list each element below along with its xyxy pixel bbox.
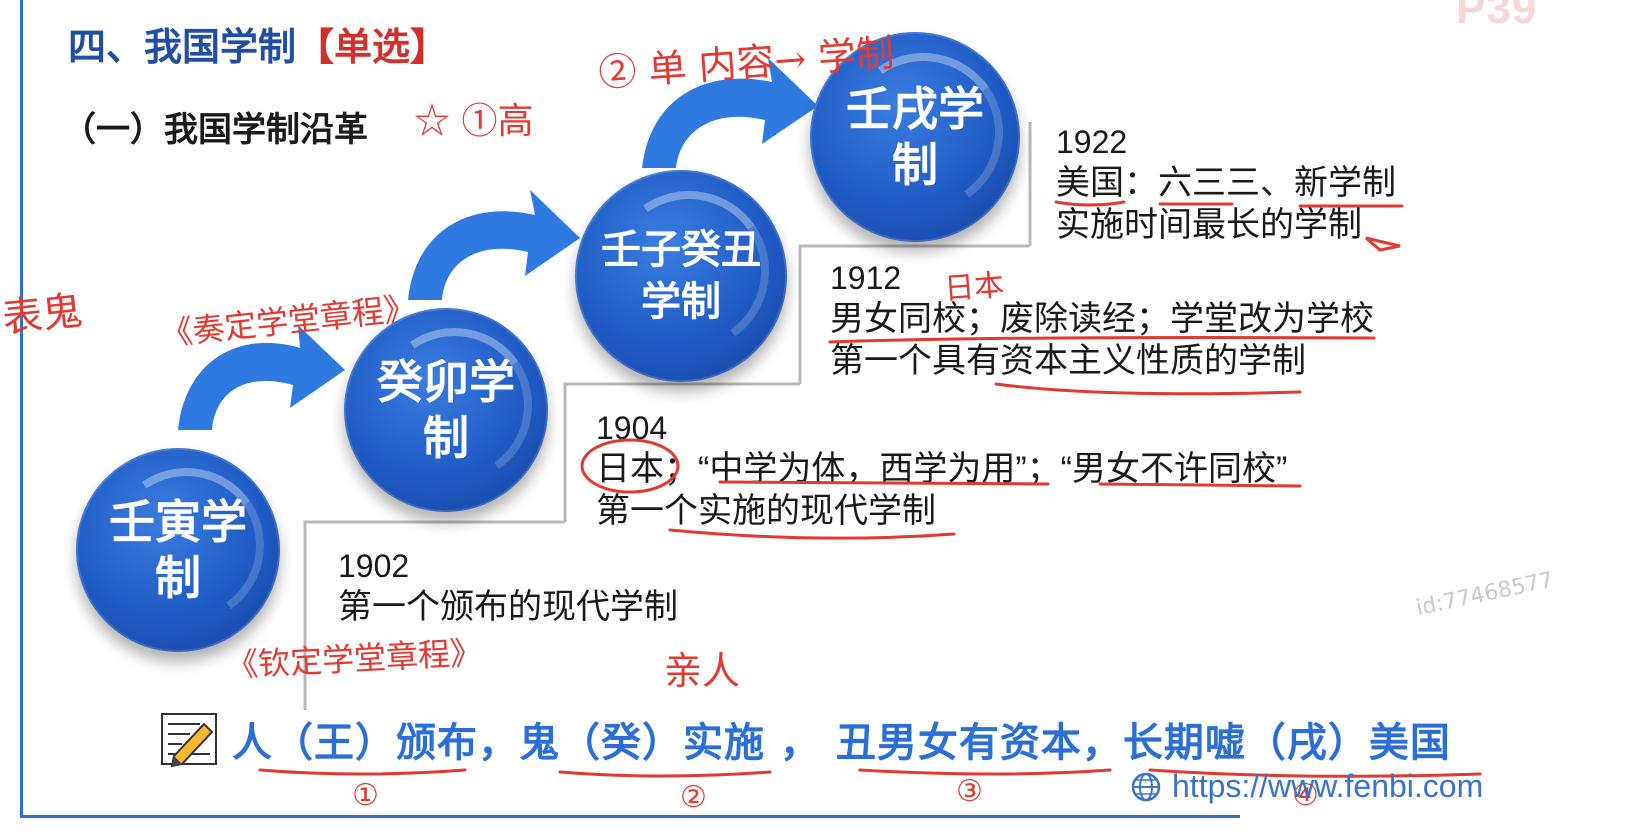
circle-highlight xyxy=(364,316,544,496)
event-line: 日本；“中学为体，西学为用”；“男女不许同校” xyxy=(596,450,1288,488)
event-1912: 1912 男女同校；废除读经；学堂改为学校 第一个具有资本主义性质的学制 xyxy=(830,258,1374,382)
circle-highlight xyxy=(96,456,276,636)
annotation-star-high: ☆ ①高 xyxy=(414,101,534,142)
event-1922: 1922 美国：六三三、新学制 实施时间最长的学制 xyxy=(1056,122,1396,246)
footer-url[interactable]: https://www.fenbi.com xyxy=(1172,768,1483,805)
annotation-num-1: ① xyxy=(352,778,379,813)
annotation-num-2: ② xyxy=(680,780,707,815)
event-line: 男女同校；废除读经；学堂改为学校 xyxy=(830,300,1374,338)
annotation-biaogui: 表鬼 xyxy=(0,287,85,343)
circle-highlight xyxy=(596,178,782,365)
globe-icon xyxy=(1131,772,1161,801)
event-year: 1912 xyxy=(830,260,902,296)
annotation-num-3: ③ xyxy=(956,774,983,809)
event-year: 1904 xyxy=(596,410,668,446)
arrow-2 xyxy=(408,190,580,300)
mnemonic-text: 人（王）颁布，鬼（癸）实施 ， 丑男女有资本，长期嘘（戌）美国 xyxy=(232,720,1451,766)
event-1902: 1902 第一个颁布的现代学制 xyxy=(338,546,678,628)
event-line: 第一个颁布的现代学制 xyxy=(338,588,678,626)
event-line: 美国：六三三、新学制 xyxy=(1056,164,1396,202)
mnemonic-row: 人（王）颁布，鬼（癸）实施 ， 丑男女有资本，长期嘘（戌）美国 xyxy=(160,710,1451,768)
event-line: 第一个实施的现代学制 xyxy=(596,492,936,530)
pencil-note-icon xyxy=(161,713,217,768)
event-1904: 1904 日本；“中学为体，西学为用”；“男女不许同校” 第一个实施的现代学制 xyxy=(596,408,1287,532)
event-line: 实施时间最长的学制 xyxy=(1056,206,1362,244)
annotation-qinren: 亲人 xyxy=(664,649,741,693)
system-circle-renzi-guichou: 壬子癸丑学制 xyxy=(575,170,787,382)
annotation-japan: 日本 xyxy=(943,267,1006,308)
system-circle-renyin: 壬寅学制 xyxy=(76,448,280,652)
event-year: 1922 xyxy=(1056,124,1128,160)
system-circle-guimao: 癸卯学制 xyxy=(344,308,548,512)
event-year: 1902 xyxy=(338,548,410,584)
footer: https://www.fenbi.com xyxy=(1130,768,1483,805)
event-line: 第一个具有资本主义性质的学制 xyxy=(830,342,1306,380)
